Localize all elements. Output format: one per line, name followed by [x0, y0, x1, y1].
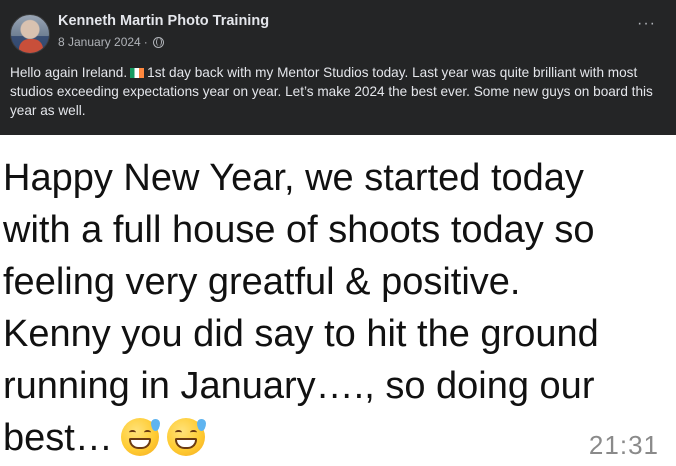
- message-line: Kenny you did say to hit the ground: [3, 313, 599, 355]
- post-text-start: Hello again Ireland.: [10, 65, 128, 80]
- message-line: Happy New Year, we started today: [3, 157, 584, 199]
- globe-icon: [152, 36, 164, 48]
- post-meta: 8 January 2024 ·: [58, 35, 164, 49]
- ireland-flag-icon: [130, 68, 145, 78]
- message-text: Happy New Year, we started today with a …: [3, 152, 669, 464]
- grinning-face-with-sweat-icon: [166, 418, 206, 456]
- message-line-last: best…: [3, 412, 669, 464]
- post-text: Hello again Ireland. 1st day back with my…: [10, 63, 670, 120]
- chat-message-bubble: Happy New Year, we started today with a …: [0, 135, 676, 466]
- post-date[interactable]: 8 January 2024: [58, 35, 141, 49]
- post-author[interactable]: Kenneth Martin Photo Training: [58, 13, 269, 29]
- avatar[interactable]: [10, 14, 50, 54]
- avatar-figure: [19, 39, 43, 53]
- message-timestamp: 21:31: [588, 430, 659, 460]
- meta-separator: ·: [143, 35, 148, 49]
- more-options-icon[interactable]: ···: [637, 16, 656, 32]
- message-line: feeling very greatful & positive.: [3, 261, 521, 303]
- message-line-text: best…: [3, 417, 113, 459]
- message-line: with a full house of shoots today so: [3, 209, 595, 251]
- grinning-face-with-sweat-icon: [120, 418, 160, 456]
- facebook-post: Kenneth Martin Photo Training 8 January …: [0, 0, 676, 135]
- message-line: running in January…., so doing our: [3, 365, 595, 407]
